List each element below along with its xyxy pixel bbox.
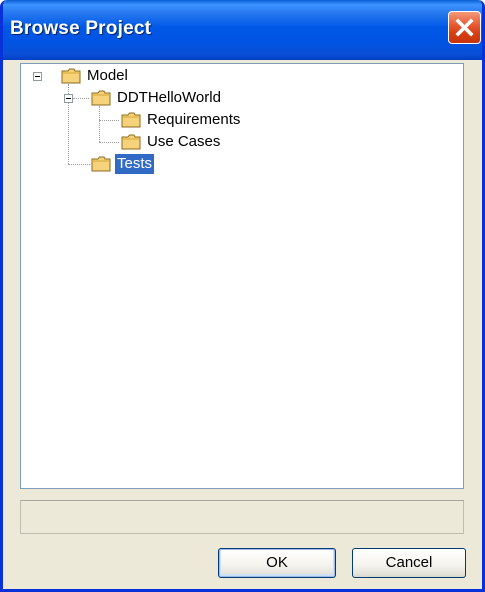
collapse-toggle-model[interactable] [33, 72, 42, 81]
dialog-title: Browse Project [10, 18, 152, 39]
tree-item-label: Model [87, 67, 128, 84]
tree-item-label: Tests [115, 154, 155, 174]
close-x-icon [455, 18, 474, 37]
tree-connector [99, 142, 119, 143]
browse-project-dialog: Browse Project Model DDTHelloWorld Requi… [0, 0, 485, 592]
folder-icon [121, 134, 141, 150]
tree-connector [99, 120, 119, 121]
tree-item-label: DDTHelloWorld [117, 89, 221, 106]
title-bar[interactable]: Browse Project [3, 0, 482, 60]
tree-connector [99, 106, 100, 142]
status-bar [20, 500, 464, 534]
tree-item-label: Use Cases [147, 133, 221, 150]
tree-item-requirements[interactable]: Requirements [121, 110, 242, 130]
tree-item-label: Requirements [147, 111, 241, 128]
folder-icon [121, 112, 141, 128]
tree-item-ddthelloworld[interactable]: DDTHelloWorld [91, 88, 223, 108]
project-tree[interactable]: Model DDTHelloWorld Requirements Use Cas… [20, 63, 464, 489]
cancel-button[interactable]: Cancel [352, 548, 466, 578]
tree-connector [68, 164, 90, 165]
tree-item-model[interactable]: Model [61, 66, 130, 86]
close-button[interactable] [448, 11, 481, 44]
tree-connector [73, 98, 89, 99]
folder-icon [91, 90, 111, 106]
collapse-toggle-ddthelloworld[interactable] [64, 94, 73, 103]
tree-item-tests[interactable]: Tests [91, 154, 155, 174]
folder-icon [91, 156, 111, 172]
tree-item-use-cases[interactable]: Use Cases [121, 132, 222, 152]
folder-icon [61, 68, 81, 84]
ok-button[interactable]: OK [218, 548, 336, 578]
